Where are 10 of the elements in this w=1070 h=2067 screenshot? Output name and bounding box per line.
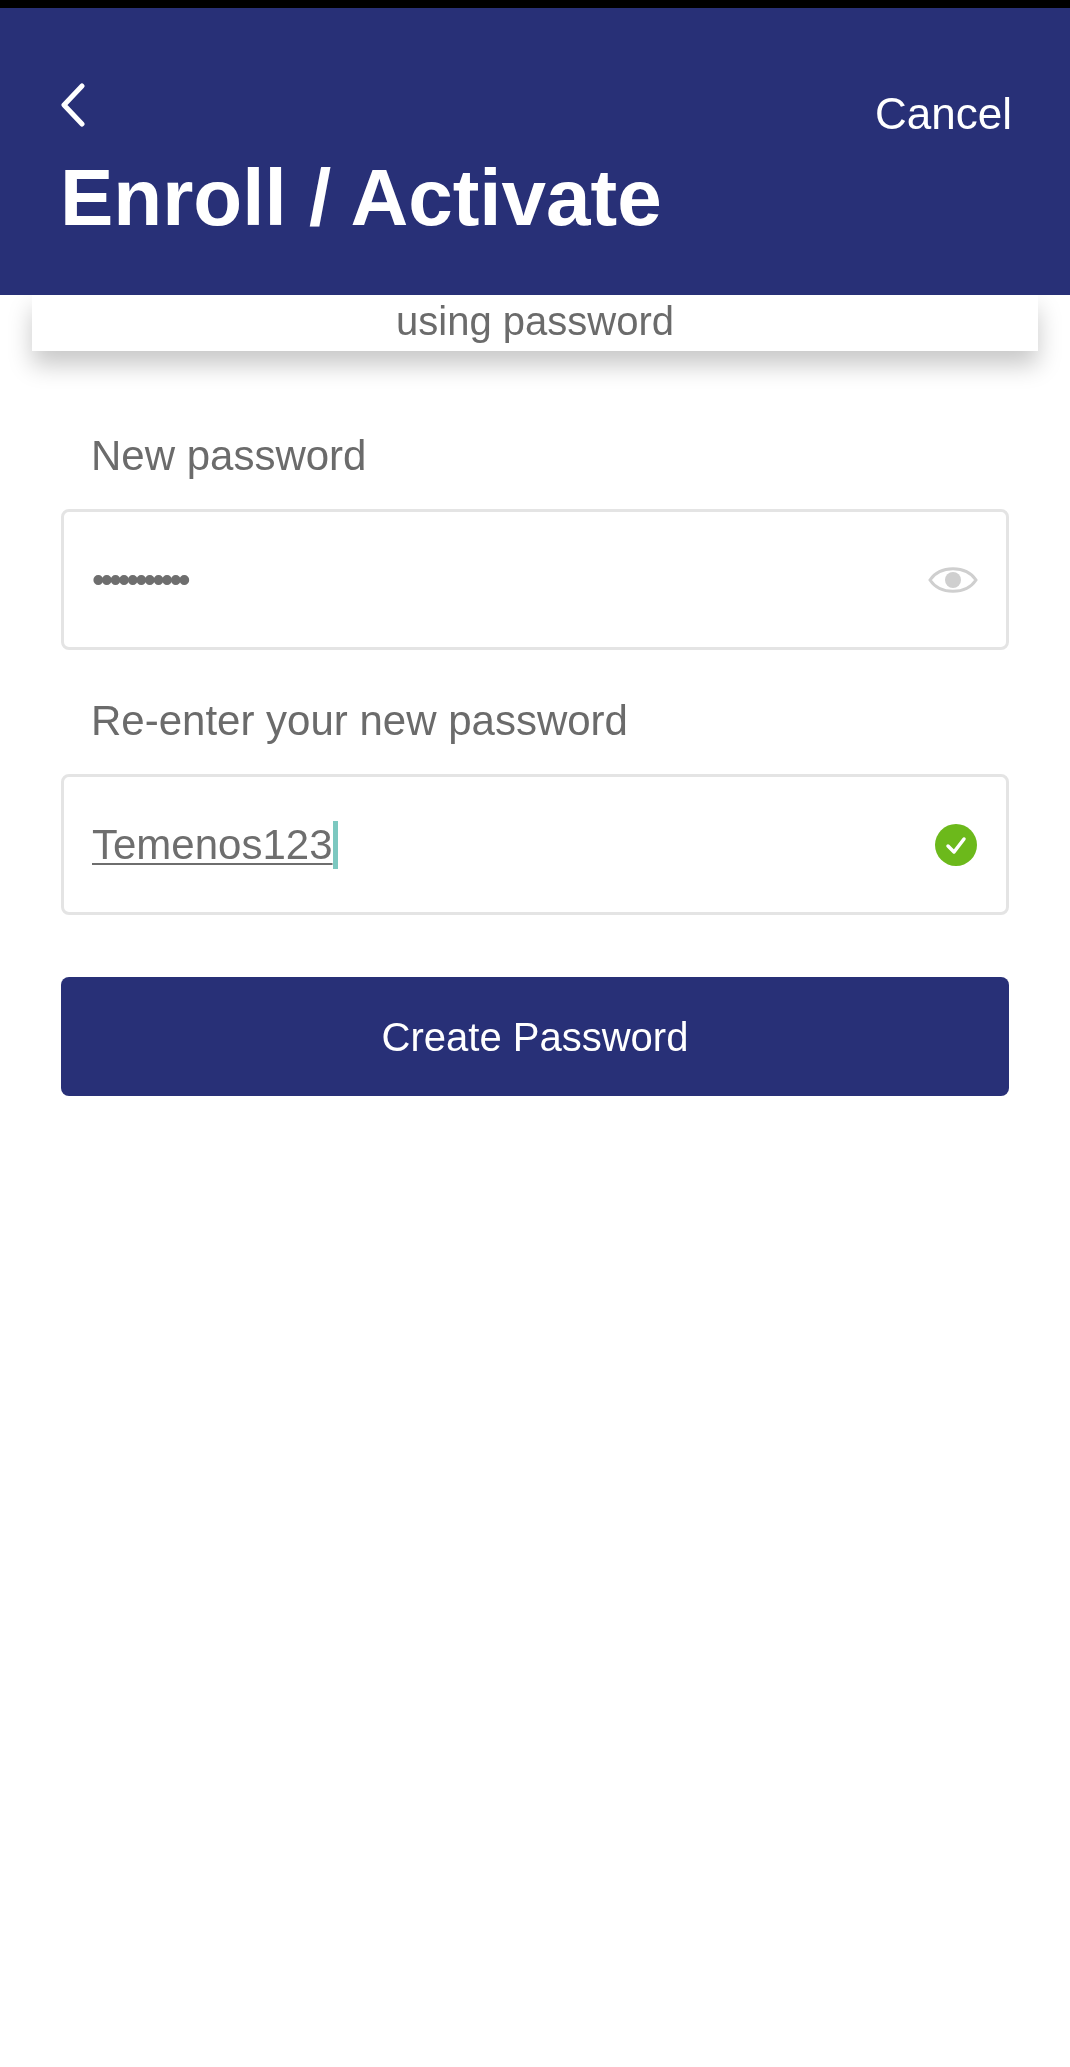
check-icon — [934, 822, 978, 867]
confirm-password-field[interactable]: Temenos123 — [61, 774, 1009, 915]
password-field[interactable]: ••••••••••• — [61, 509, 1009, 650]
field-label: Re-enter your new password — [90, 700, 629, 742]
card-text: using password — [396, 298, 674, 345]
cancel-button[interactable]: Cancel — [875, 92, 1012, 136]
field-label: New password — [90, 435, 368, 477]
back-icon[interactable] — [60, 83, 86, 127]
page-title: Enroll / Activate — [60, 158, 663, 238]
create-password-button[interactable]: Create Password — [61, 977, 1009, 1096]
